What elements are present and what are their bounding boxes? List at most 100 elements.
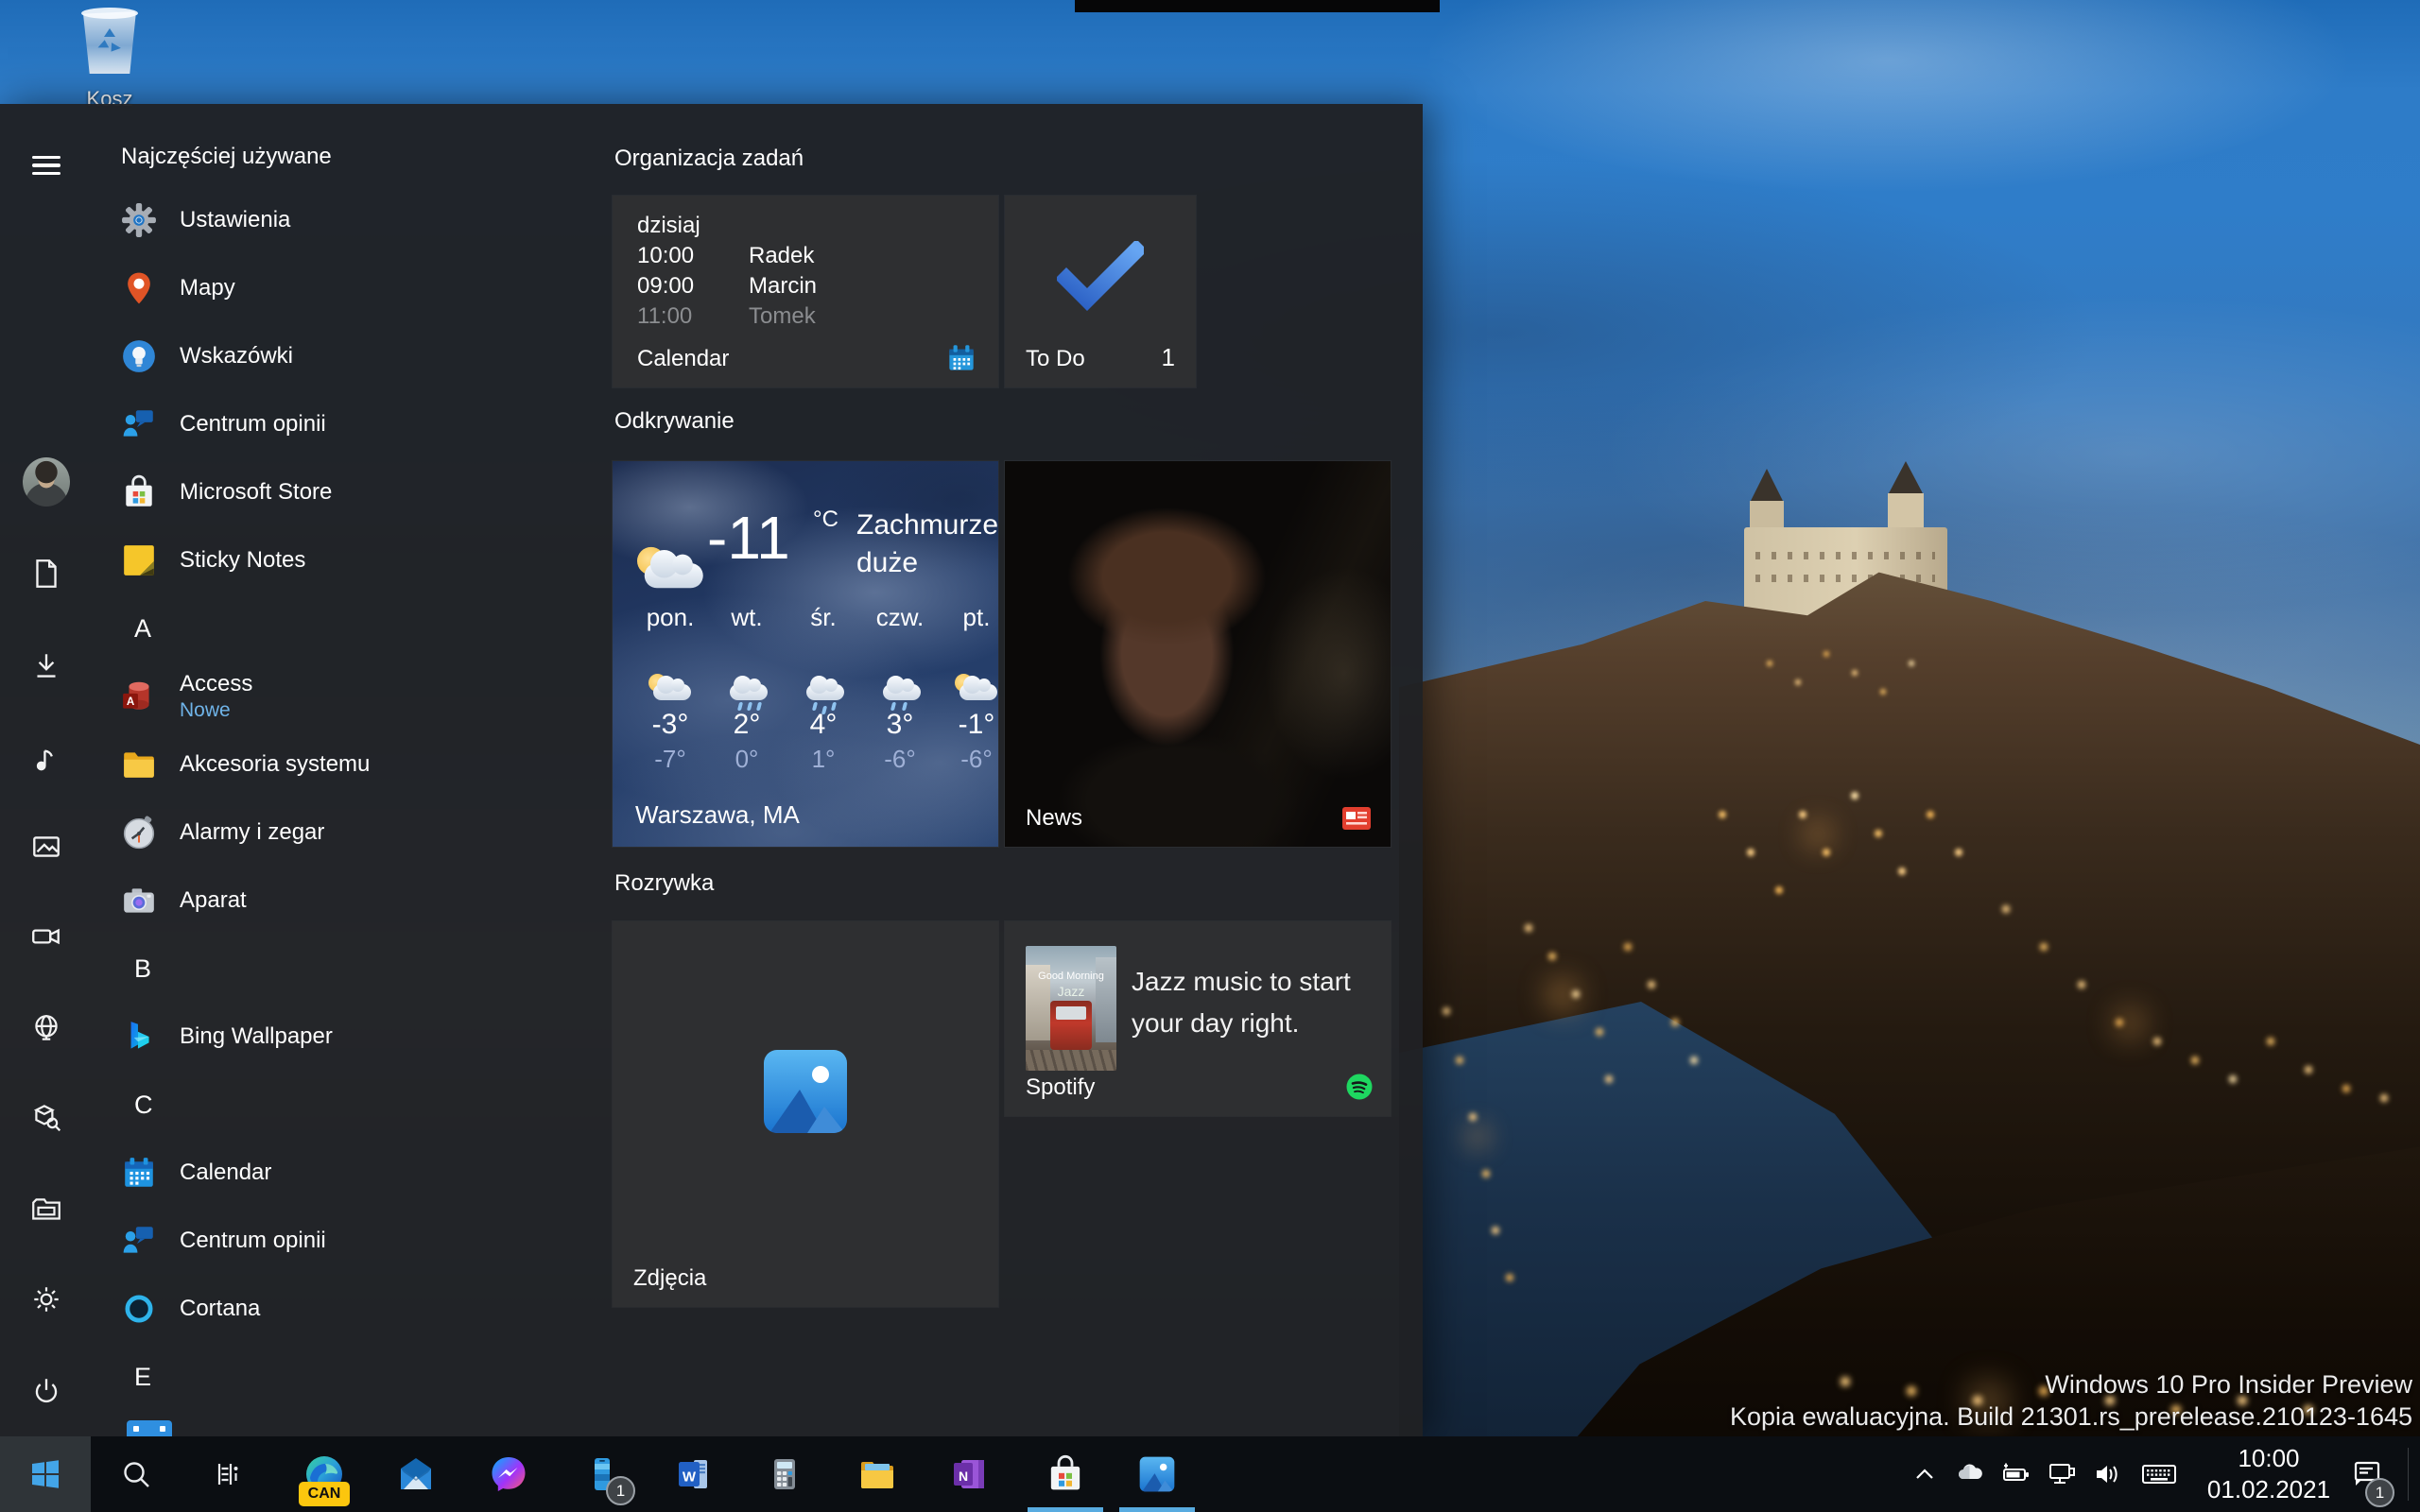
menu-hamburger-button[interactable]	[23, 142, 70, 189]
forecast-col: pt.	[938, 603, 998, 708]
app-sublabel-new: Nowe	[180, 699, 252, 722]
word-icon: W	[675, 1455, 713, 1493]
forecast-high: -1°	[938, 709, 998, 741]
app-label: Calendar	[180, 1160, 271, 1186]
rail-mixed-reality-button[interactable]	[23, 1093, 70, 1141]
app-item-centrum-opinii[interactable]: Centrum opinii	[121, 390, 594, 458]
taskbar-your-phone-button[interactable]: 1	[557, 1436, 648, 1512]
spotify-tile-label: Spotify	[1026, 1074, 1095, 1101]
letter-header-c[interactable]: C	[134, 1071, 153, 1139]
calendar-tile[interactable]: dzisiaj 10:00Radek 09:00Marcin 11:00Tome…	[613, 196, 998, 387]
tile-group2-header: Odkrywanie	[614, 408, 735, 435]
weather-unit: °C	[813, 507, 838, 533]
rail-videos-button[interactable]	[23, 913, 70, 960]
svg-text:W: W	[683, 1469, 697, 1486]
letter-header-b[interactable]: B	[134, 935, 151, 1003]
ethernet-monitor-icon	[2045, 1457, 2079, 1491]
app-item-alarmy-i-zegar[interactable]: Alarmy i zegar	[121, 799, 594, 867]
user-avatar[interactable]	[23, 458, 70, 506]
castle-windows	[1755, 552, 1935, 559]
spotify-icon	[1345, 1073, 1374, 1101]
app-item-mapy[interactable]: Mapy	[121, 254, 594, 322]
tray-chevron-button[interactable]	[1906, 1436, 1944, 1512]
app-item-calendar[interactable]: Calendar	[121, 1139, 594, 1207]
calculator-icon	[766, 1455, 804, 1493]
forecast-col: śr.	[785, 603, 862, 708]
app-item-wskazowki[interactable]: Wskazówki	[121, 322, 594, 390]
spotify-tile[interactable]: Good Morning Jazz Jazz music to start yo…	[1005, 921, 1391, 1116]
sticky-notes-icon	[121, 542, 157, 578]
taskbar-calculator-button[interactable]	[739, 1436, 830, 1512]
task-view-button[interactable]	[182, 1436, 272, 1512]
rail-downloads-button[interactable]	[23, 643, 70, 690]
task-view-icon	[210, 1457, 244, 1491]
taskbar-clock[interactable]: 10:00 01.02.2021	[2193, 1436, 2344, 1512]
settings-gear-icon	[121, 202, 157, 238]
edge-canary-badge: CAN	[299, 1482, 350, 1506]
photos-running-indicator	[1119, 1507, 1195, 1512]
letter-header-e[interactable]: E	[134, 1343, 151, 1411]
tray-onedrive-button[interactable]	[1949, 1436, 1991, 1512]
taskbar-word-button[interactable]: W	[648, 1436, 739, 1512]
news-tile[interactable]: News	[1005, 461, 1391, 847]
clock-icon	[121, 815, 157, 850]
show-desktop-divider[interactable]	[2408, 1448, 2409, 1501]
app-item-aparat[interactable]: Aparat	[121, 867, 594, 935]
app-label: Aparat	[180, 887, 247, 914]
app-item-partial-icon[interactable]	[127, 1420, 172, 1436]
taskbar-messenger-button[interactable]	[463, 1436, 554, 1512]
tray-battery-button[interactable]	[1995, 1436, 2036, 1512]
rail-settings-button[interactable]	[23, 1276, 70, 1323]
taskbar-explorer-button[interactable]	[832, 1436, 923, 1512]
action-center-button[interactable]: 1	[2342, 1436, 2392, 1512]
rail-music-button[interactable]	[23, 734, 70, 782]
taskbar-mail-button[interactable]	[371, 1436, 461, 1512]
action-center-badge: 1	[2365, 1478, 2394, 1507]
app-item-microsoft-store[interactable]: Microsoft Store	[121, 458, 594, 526]
start-button[interactable]	[0, 1436, 91, 1512]
rail-explorer-button[interactable]	[23, 1186, 70, 1233]
tray-keyboard-button[interactable]	[2133, 1436, 2186, 1512]
letter-header-a[interactable]: A	[134, 594, 151, 662]
rail-documents-button[interactable]	[23, 550, 70, 597]
rail-pictures-button[interactable]	[23, 823, 70, 870]
app-item-akcesoria-systemu[interactable]: Akcesoria systemu	[121, 730, 594, 799]
taskbar-edge-button[interactable]: CAN	[279, 1436, 370, 1512]
app-item-cortana[interactable]: Cortana	[121, 1275, 594, 1343]
taskbar-photos-button[interactable]	[1112, 1436, 1202, 1512]
store-icon	[1046, 1454, 1085, 1494]
app-label: Akcesoria systemu	[180, 751, 370, 778]
app-label: Access	[180, 671, 252, 697]
partly-sunny-icon	[648, 676, 692, 708]
todo-tile[interactable]: To Do 1	[1005, 196, 1196, 387]
taskbar-search-button[interactable]	[91, 1436, 182, 1512]
taskbar-store-button[interactable]	[1020, 1436, 1111, 1512]
news-tile-label: News	[1026, 805, 1082, 832]
app-item-sticky-notes[interactable]: Sticky Notes	[121, 526, 594, 594]
store-running-indicator	[1028, 1507, 1103, 1512]
rail-network-button[interactable]	[23, 1005, 70, 1052]
photos-tile-label: Zdjęcia	[633, 1265, 706, 1292]
todo-tile-count: 1	[1162, 343, 1175, 372]
recycle-bin[interactable]: Kosz	[74, 8, 146, 106]
start-menu: Najczęściej używane Ustawienia Mapy Wska…	[0, 104, 1423, 1436]
weather-tile[interactable]: -11 °C Zachmurzenie duże pon. wt. śr. cz…	[613, 461, 998, 847]
access-icon: A	[121, 679, 157, 714]
app-item-bing-wallpaper[interactable]: Bing Wallpaper	[121, 1003, 594, 1071]
box-search-icon	[29, 1100, 63, 1134]
tray-network-button[interactable]	[2040, 1436, 2083, 1512]
rail-power-button[interactable]	[23, 1368, 70, 1416]
background-window-strip	[1075, 0, 1440, 12]
download-icon	[29, 649, 63, 683]
feedback-icon	[121, 406, 157, 442]
taskbar-onenote-button[interactable]: N	[924, 1436, 1014, 1512]
castle-spire	[1888, 461, 1924, 495]
app-item-access[interactable]: A Access Nowe	[121, 662, 594, 730]
calendar-event: 11:00Tomek	[637, 303, 816, 330]
app-item-centrum-opinii-2[interactable]: Centrum opinii	[121, 1207, 594, 1275]
photos-tile[interactable]: Zdjęcia	[613, 921, 998, 1307]
video-icon	[29, 919, 63, 954]
tray-volume-button[interactable]	[2085, 1436, 2129, 1512]
app-item-ustawienia[interactable]: Ustawienia	[121, 186, 594, 254]
recycle-arrows-icon	[94, 25, 126, 57]
